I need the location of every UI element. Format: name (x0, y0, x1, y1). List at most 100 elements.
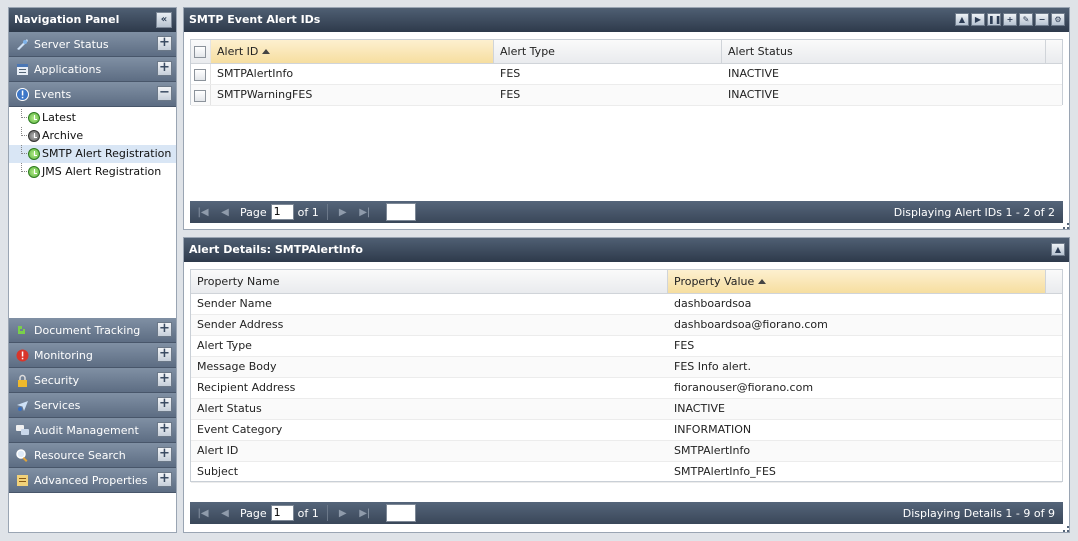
table-row[interactable]: SMTPAlertInfo FES INACTIVE (191, 64, 1062, 85)
tree-item-smtp-alert-registration[interactable]: SMTP Alert Registration (9, 145, 176, 163)
property-name-cell: Sender Name (197, 297, 272, 310)
page-label: Page (240, 506, 267, 520)
page-number-input[interactable]: 1 (270, 204, 294, 220)
next-page-icon[interactable]: ▶ (336, 207, 350, 218)
nav-section-advanced-properties[interactable]: Advanced Properties + (9, 468, 176, 493)
nav-section-audit-management[interactable]: Audit Management + (9, 418, 176, 443)
expand-services-button[interactable]: + (157, 397, 172, 412)
nav-section-applications[interactable]: Applications + (9, 57, 176, 82)
table-row[interactable]: SMTPWarningFES FES INACTIVE (191, 85, 1062, 106)
expand-server-status-button[interactable]: + (157, 36, 172, 51)
previous-page-icon[interactable]: ◀ (218, 207, 232, 218)
alert-ids-panel-title: SMTP Event Alert IDs (189, 13, 321, 26)
column-header-label: Property Name (197, 275, 280, 288)
expand-resource-search-button[interactable]: + (157, 447, 172, 462)
collapse-panel-button[interactable]: « (156, 12, 172, 28)
row-checkbox[interactable] (194, 69, 206, 81)
tree-connector (21, 127, 27, 136)
property-name-cell: Event Category (197, 423, 283, 436)
latest-event-icon (28, 112, 40, 124)
column-header-property-name[interactable]: Property Name (191, 270, 668, 293)
column-header-alert-status[interactable]: Alert Status (722, 40, 1046, 63)
tree-item-latest[interactable]: Latest (9, 109, 176, 127)
expand-security-button[interactable]: + (157, 372, 172, 387)
expand-applications-button[interactable]: + (157, 61, 172, 76)
add-icon[interactable]: + (1003, 13, 1017, 26)
table-row[interactable]: Alert ID SMTPAlertInfo (191, 441, 1062, 462)
nav-section-server-status[interactable]: Server Status + (9, 32, 176, 57)
nav-section-label: Applications (34, 63, 102, 76)
remove-icon[interactable]: − (1035, 13, 1049, 26)
previous-page-icon[interactable]: ◀ (218, 508, 232, 519)
edit-icon[interactable]: ✎ (1019, 13, 1033, 26)
select-all-checkbox[interactable] (194, 46, 206, 58)
page-size-input[interactable] (385, 203, 416, 221)
tree-item-jms-alert-registration[interactable]: JMS Alert Registration (9, 163, 176, 181)
alert-details-toolbar: ▲ (1051, 243, 1065, 256)
alert-ids-grid: Alert ID Alert Type Alert Status SMTPAle… (190, 39, 1063, 106)
column-header-alert-id[interactable]: Alert ID (211, 40, 494, 63)
property-name-cell: Message Body (197, 360, 277, 373)
nav-section-label: Advanced Properties (34, 474, 148, 487)
navigation-panel: Navigation Panel « Server Status + Appli… (8, 7, 177, 533)
first-page-icon[interactable]: |◀ (196, 207, 210, 218)
events-tree: Latest Archive SMTP Alert Registration J… (9, 107, 176, 318)
expand-audit-management-button[interactable]: + (157, 422, 172, 437)
jms-alert-icon (28, 166, 40, 178)
expand-advanced-properties-button[interactable]: + (157, 472, 172, 487)
smtp-event-alert-ids-panel: SMTP Event Alert IDs ▲ ▶ ❚❚ + ✎ − ⚙ Aler… (183, 7, 1070, 230)
pause-icon[interactable]: ❚❚ (987, 13, 1001, 26)
last-page-icon[interactable]: ▶| (358, 207, 372, 218)
property-value-cell: FES Info alert. (674, 360, 751, 373)
tree-item-label: SMTP Alert Registration (42, 147, 172, 160)
first-page-icon[interactable]: |◀ (196, 508, 210, 519)
select-all-column (191, 40, 211, 63)
nav-section-events[interactable]: Events − (9, 82, 176, 107)
property-name-cell: Alert Status (197, 402, 262, 415)
column-header-property-value[interactable]: Property Value (668, 270, 1046, 293)
smtp-alert-icon (28, 148, 40, 160)
next-page-icon[interactable]: ▶ (336, 508, 350, 519)
play-icon[interactable]: ▶ (971, 13, 985, 26)
property-name-cell: Sender Address (197, 318, 284, 331)
pager-separator (326, 505, 328, 521)
nav-section-label: Monitoring (34, 349, 93, 362)
nav-section-label: Services (34, 399, 81, 412)
expand-monitoring-button[interactable]: + (157, 347, 172, 362)
page-label: Page (240, 205, 267, 219)
resize-handle[interactable] (1063, 223, 1069, 229)
property-value-cell: INACTIVE (674, 402, 725, 415)
nav-section-monitoring[interactable]: Monitoring + (9, 343, 176, 368)
page-count-label: of 1 (297, 205, 319, 219)
collapse-events-button[interactable]: − (157, 86, 172, 101)
last-page-icon[interactable]: ▶| (358, 508, 372, 519)
settings-icon[interactable]: ⚙ (1051, 13, 1065, 26)
tree-item-label: Archive (42, 129, 84, 142)
nav-section-document-tracking[interactable]: Document Tracking + (9, 318, 176, 343)
property-value-cell: SMTPAlertInfo_FES (674, 465, 776, 478)
nav-section-security[interactable]: Security + (9, 368, 176, 393)
table-row[interactable]: Subject SMTPAlertInfo_FES (191, 462, 1062, 483)
column-header-alert-type[interactable]: Alert Type (494, 40, 722, 63)
tree-item-archive[interactable]: Archive (9, 127, 176, 145)
table-row[interactable]: Sender Address dashboardsoa@fiorano.com (191, 315, 1062, 336)
eject-icon[interactable]: ▲ (1051, 243, 1065, 256)
page-number-input[interactable]: 1 (270, 505, 294, 521)
table-row[interactable]: Sender Name dashboardsoa (191, 294, 1062, 315)
table-row[interactable]: Recipient Address fioranouser@fiorano.co… (191, 378, 1062, 399)
table-row[interactable]: Alert Status INACTIVE (191, 399, 1062, 420)
nav-section-services[interactable]: Services + (9, 393, 176, 418)
table-row[interactable]: Alert Type FES (191, 336, 1062, 357)
resize-handle[interactable] (1063, 526, 1069, 532)
expand-document-tracking-button[interactable]: + (157, 322, 172, 337)
pager-status: Displaying Details 1 - 9 of 9 (902, 506, 1055, 520)
row-checkbox[interactable] (194, 90, 206, 102)
page-size-input[interactable] (385, 504, 416, 522)
table-row[interactable]: Message Body FES Info alert. (191, 357, 1062, 378)
property-name-cell: Alert ID (197, 444, 239, 457)
eject-icon[interactable]: ▲ (955, 13, 969, 26)
table-row[interactable]: Event Category INFORMATION (191, 420, 1062, 441)
alert-details-panel: Alert Details: SMTPAlertInfo ▲ Property … (183, 237, 1070, 533)
alert-details-grid: Property Name Property Value Sender Name… (190, 269, 1063, 483)
nav-section-resource-search[interactable]: Resource Search + (9, 443, 176, 468)
